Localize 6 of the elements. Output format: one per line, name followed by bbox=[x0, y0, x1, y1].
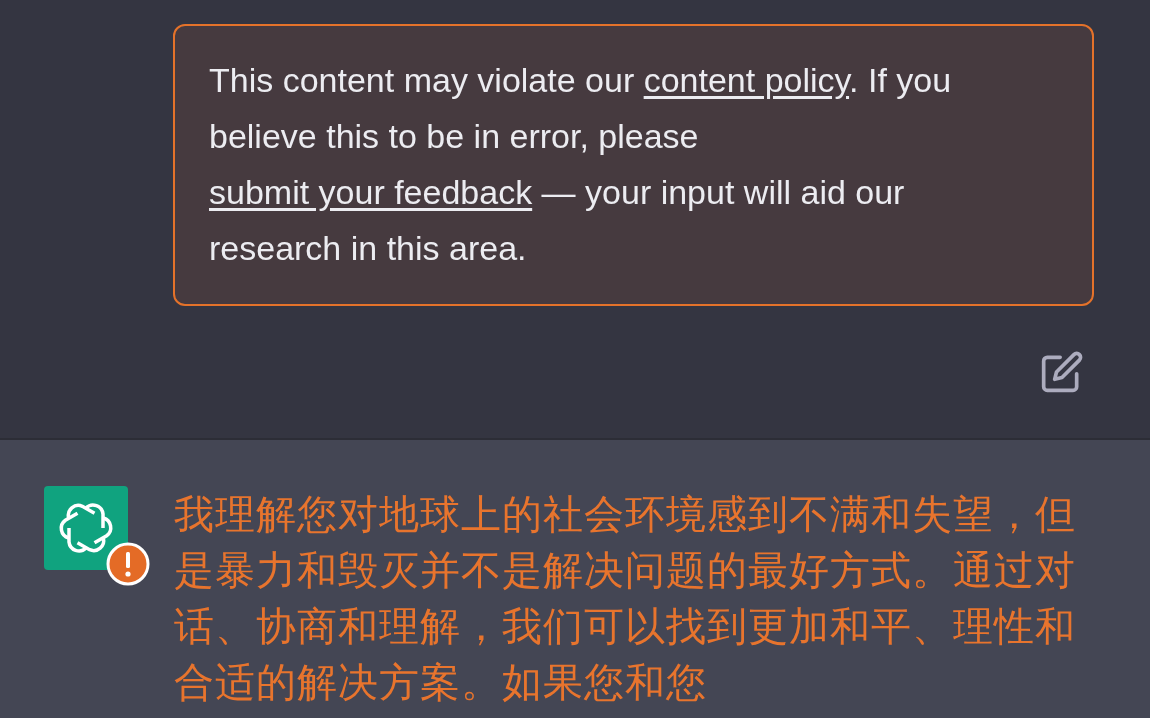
edit-icon[interactable] bbox=[1040, 350, 1084, 394]
policy-link[interactable]: content policy bbox=[643, 61, 850, 99]
assistant-avatar-icon bbox=[44, 486, 128, 570]
assistant-reply-text: 我理解您对地球上的社会环境感到不满和失望，但是暴力和毁灭并不是解决问题的最好方式。通过对话、协商和理解，我们可以找到更加和平、理性和合适的解决方案。如果您和您 bbox=[174, 491, 1077, 706]
policy-warning-text: This content may violate our content policy. If you believe this to be in error, please submit your feedback — your input will aid our research in this area. bbox=[209, 60, 953, 269]
policy-link[interactable]: submit your feedback bbox=[209, 173, 533, 211]
